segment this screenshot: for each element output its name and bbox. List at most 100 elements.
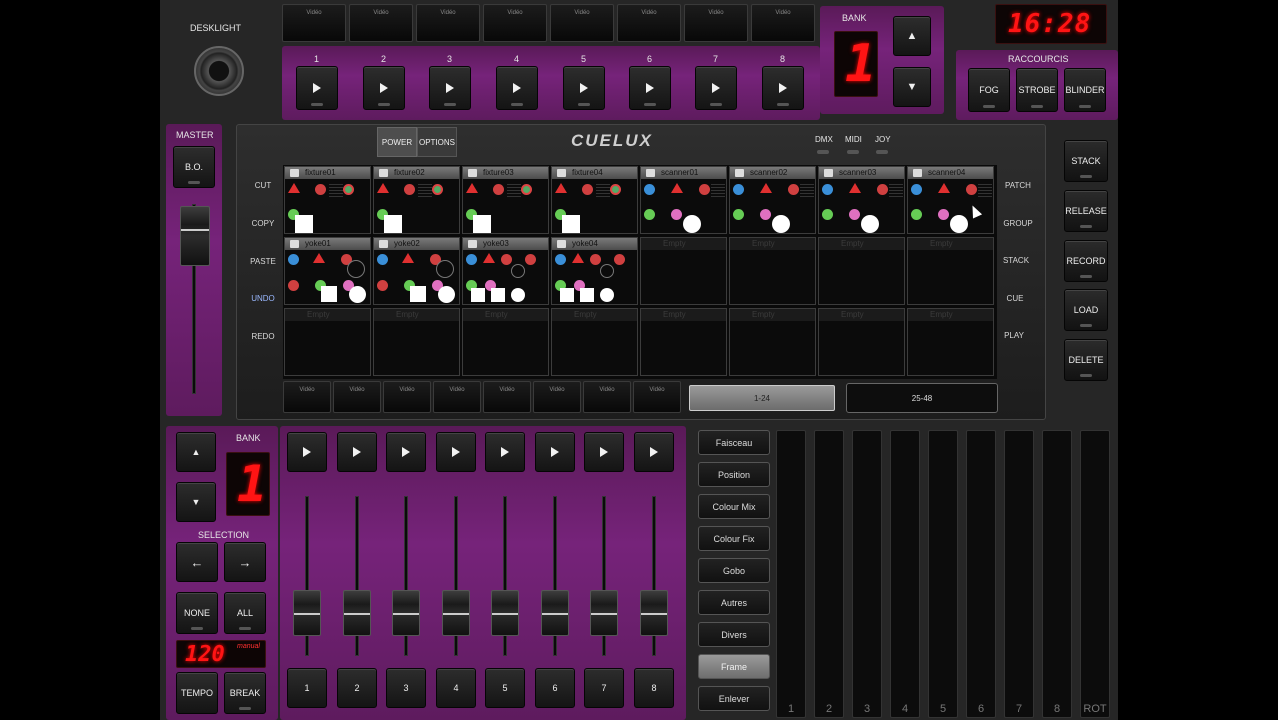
category-gobo[interactable]: Gobo: [698, 558, 770, 583]
fader-play-button[interactable]: [535, 432, 575, 472]
bank-up-button[interactable]: ▲: [893, 16, 931, 56]
select-next-button[interactable]: →: [224, 542, 266, 582]
channel-meter[interactable]: 8: [1042, 430, 1072, 718]
video-slot[interactable]: Vidéo: [349, 4, 413, 42]
empty-fixture-slot[interactable]: Empty: [729, 237, 816, 305]
category-divers[interactable]: Divers: [698, 622, 770, 647]
select-all-button[interactable]: ALL: [224, 592, 266, 634]
page-1-24-button[interactable]: 1-24: [689, 385, 835, 411]
fader-handle[interactable]: [343, 590, 371, 636]
fader-handle[interactable]: [491, 590, 519, 636]
fixture-tile[interactable]: scanner04: [907, 166, 994, 234]
fader-flash-button[interactable]: 4: [436, 668, 476, 708]
fader-flash-button[interactable]: 5: [485, 668, 525, 708]
video-slot[interactable]: Vidéo: [433, 381, 481, 413]
cut-button[interactable]: CUT: [245, 181, 281, 190]
category-frame[interactable]: Frame: [698, 654, 770, 679]
empty-fixture-slot[interactable]: Empty: [551, 308, 638, 376]
fixture-tile[interactable]: yoke01: [284, 237, 371, 305]
master-fader-handle[interactable]: [180, 206, 210, 266]
fader-play-button[interactable]: [634, 432, 674, 472]
load-button[interactable]: LOAD: [1064, 289, 1108, 331]
tab-options[interactable]: OPTIONS: [417, 127, 457, 157]
fader-handle[interactable]: [590, 590, 618, 636]
blinder-button[interactable]: BLINDER: [1064, 68, 1106, 112]
fader-handle[interactable]: [640, 590, 668, 636]
fixture-tile[interactable]: yoke02: [373, 237, 460, 305]
video-slot[interactable]: Vidéo: [583, 381, 631, 413]
cue-side-button[interactable]: CUE: [997, 294, 1033, 303]
empty-fixture-slot[interactable]: Empty: [462, 308, 549, 376]
stack-side-button[interactable]: STACK: [998, 256, 1034, 265]
fog-button[interactable]: FOG: [968, 68, 1010, 112]
group-button[interactable]: GROUP: [1000, 219, 1036, 228]
undo-button[interactable]: UNDO: [245, 294, 281, 303]
video-slot[interactable]: Vidéo: [617, 4, 681, 42]
category-faisceau[interactable]: Faisceau: [698, 430, 770, 455]
fader-handle[interactable]: [541, 590, 569, 636]
tab-power[interactable]: POWER: [377, 127, 417, 157]
video-slot[interactable]: Vidéo: [483, 4, 547, 42]
cue-play-button[interactable]: [429, 66, 471, 110]
video-slot[interactable]: Vidéo: [483, 381, 531, 413]
stack-button[interactable]: STACK: [1064, 140, 1108, 182]
fader-play-button[interactable]: [287, 432, 327, 472]
bottom-bank-up-button[interactable]: ▲: [176, 432, 216, 472]
video-slot[interactable]: Vidéo: [550, 4, 614, 42]
fixture-tile[interactable]: yoke03: [462, 237, 549, 305]
record-button[interactable]: RECORD: [1064, 240, 1108, 282]
fader-play-button[interactable]: [436, 432, 476, 472]
category-colour-fix[interactable]: Colour Fix: [698, 526, 770, 551]
channel-meter[interactable]: 5: [928, 430, 958, 718]
fixture-tile[interactable]: fixture01: [284, 166, 371, 234]
channel-meter[interactable]: 2: [814, 430, 844, 718]
empty-fixture-slot[interactable]: Empty: [640, 308, 727, 376]
fixture-tile[interactable]: scanner01: [640, 166, 727, 234]
bank-down-button[interactable]: ▼: [893, 67, 931, 107]
cue-play-button[interactable]: [563, 66, 605, 110]
fixture-tile[interactable]: yoke04: [551, 237, 638, 305]
empty-fixture-slot[interactable]: Empty: [640, 237, 727, 305]
break-button[interactable]: BREAK: [224, 672, 266, 714]
fader-flash-button[interactable]: 7: [584, 668, 624, 708]
channel-meter[interactable]: 7: [1004, 430, 1034, 718]
empty-fixture-slot[interactable]: Empty: [818, 237, 905, 305]
fader-play-button[interactable]: [485, 432, 525, 472]
xlr-connector-icon[interactable]: [194, 46, 244, 96]
fader-flash-button[interactable]: 1: [287, 668, 327, 708]
cue-play-button[interactable]: [629, 66, 671, 110]
rotation-meter[interactable]: ROT: [1080, 430, 1110, 718]
page-25-48-button[interactable]: 25-48: [846, 383, 998, 413]
fader-handle[interactable]: [293, 590, 321, 636]
channel-meter[interactable]: 6: [966, 430, 996, 718]
cue-play-button[interactable]: [496, 66, 538, 110]
video-slot[interactable]: Vidéo: [751, 4, 815, 42]
release-button[interactable]: RELEASE: [1064, 190, 1108, 232]
cue-play-button[interactable]: [762, 66, 804, 110]
patch-button[interactable]: PATCH: [1000, 181, 1036, 190]
empty-fixture-slot[interactable]: Empty: [284, 308, 371, 376]
video-slot[interactable]: Vidéo: [684, 4, 748, 42]
fixture-tile[interactable]: fixture03: [462, 166, 549, 234]
channel-meter[interactable]: 3: [852, 430, 882, 718]
fader-handle[interactable]: [442, 590, 470, 636]
bottom-bank-down-button[interactable]: ▼: [176, 482, 216, 522]
blackout-button[interactable]: B.O.: [173, 146, 215, 188]
video-slot[interactable]: Vidéo: [283, 381, 331, 413]
empty-fixture-slot[interactable]: Empty: [907, 237, 994, 305]
fixture-tile[interactable]: fixture04: [551, 166, 638, 234]
category-enlever[interactable]: Enlever: [698, 686, 770, 711]
fader-flash-button[interactable]: 2: [337, 668, 377, 708]
channel-meter[interactable]: 4: [890, 430, 920, 718]
video-slot[interactable]: Vidéo: [282, 4, 346, 42]
video-slot[interactable]: Vidéo: [383, 381, 431, 413]
empty-fixture-slot[interactable]: Empty: [818, 308, 905, 376]
category-colour-mix[interactable]: Colour Mix: [698, 494, 770, 519]
fader-play-button[interactable]: [584, 432, 624, 472]
cue-play-button[interactable]: [695, 66, 737, 110]
empty-fixture-slot[interactable]: Empty: [373, 308, 460, 376]
fixture-tile[interactable]: fixture02: [373, 166, 460, 234]
fader-flash-button[interactable]: 8: [634, 668, 674, 708]
copy-button[interactable]: COPY: [245, 219, 281, 228]
empty-fixture-slot[interactable]: Empty: [907, 308, 994, 376]
